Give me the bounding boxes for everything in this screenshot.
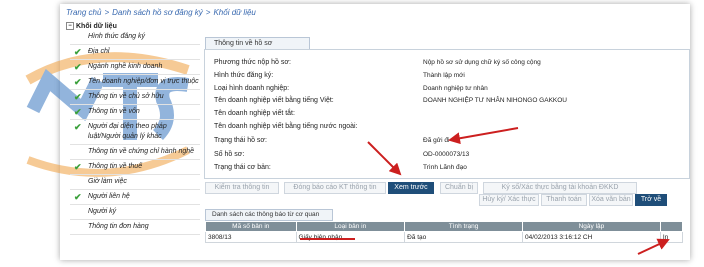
arrow-preview <box>367 141 402 176</box>
arrow-print <box>637 238 670 255</box>
annotation-arrows <box>300 127 670 255</box>
arrow-status <box>448 127 519 145</box>
